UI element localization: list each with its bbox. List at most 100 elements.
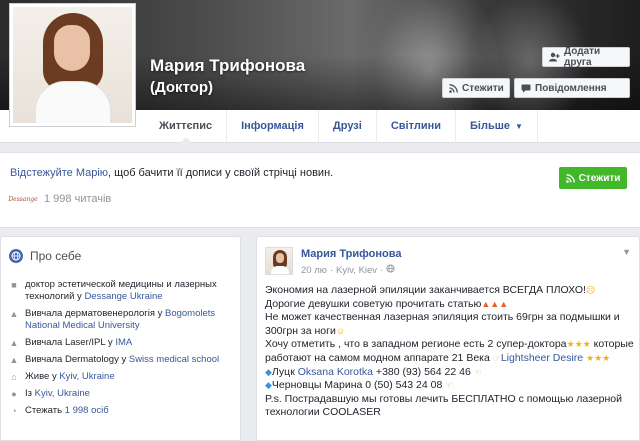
graduation-cap-icon: ▲	[9, 338, 19, 348]
separator-dot: ·	[329, 264, 334, 276]
readers-row: Dessange 1 998 читачів	[8, 191, 112, 207]
about-item-link[interactable]: 1 998 осіб	[65, 405, 109, 416]
about-item-text: Живе у	[25, 371, 60, 382]
pointing-hand-icon: ☞	[492, 352, 501, 363]
location-pin-icon: ●	[11, 389, 17, 399]
star-icon: ★★★	[586, 352, 611, 363]
about-item-work: ■ доктор эстетической медицины и лазерны…	[9, 279, 237, 303]
tab-photos[interactable]: Світлини	[377, 110, 456, 142]
fire-icon: ▲▲▲	[481, 298, 509, 309]
about-item-link[interactable]: Swiss medical school	[129, 354, 219, 365]
about-item-link[interactable]: IMA	[115, 337, 132, 348]
avatar-face	[54, 25, 90, 71]
about-title: Про себе	[30, 249, 82, 263]
message-button[interactable]: Повідомлення	[514, 78, 630, 98]
profile-name[interactable]: Мария Трифонова	[150, 56, 305, 76]
post-text: Экономия на лазерной эпиляции заканчивае…	[265, 284, 586, 296]
tab-timeline[interactable]: Життєпис	[145, 110, 228, 143]
post-body: Экономия на лазерной эпиляции заканчивае…	[265, 284, 637, 420]
post-options-chevron-icon[interactable]: ▼	[622, 247, 631, 257]
post-text: P.s. Пострадавшую мы готовы лечить БЕСПЛ…	[265, 392, 622, 419]
readers-count: 1 998 читачів	[44, 193, 112, 205]
about-item-text: Вивчала Laser/IPL у	[25, 337, 116, 348]
pointing-hand-icon: ☜	[473, 366, 482, 377]
post-date[interactable]: 20 лю	[301, 265, 327, 276]
post-line: Хочу отметить , что в западном регионе е…	[265, 338, 637, 365]
about-item-text: Із	[25, 388, 35, 399]
follow-prompt	[0, 152, 640, 228]
about-card: Про себе ■ доктор эстетической медицины …	[0, 236, 241, 441]
home-icon: ⌂	[11, 372, 17, 382]
post-line: Дорогие девушки советую прочитать статью…	[265, 298, 637, 312]
follow-green-label: Стежити	[578, 172, 621, 184]
about-item-text: Вивчала Dermatology у	[25, 354, 129, 365]
rss-icon: ◔	[11, 406, 17, 416]
post-text: Луцк	[271, 365, 298, 378]
rss-icon	[565, 173, 575, 183]
post-line: ◆Черновцы Марина 0 (50) 543 24 08 ☜	[265, 379, 637, 393]
post-link[interactable]: Lightsheer Desire	[501, 352, 583, 364]
about-item-text: Стежать	[25, 405, 65, 416]
post-text: Хочу отметить , что в западном регионе е…	[265, 338, 567, 351]
message-label: Повідомлення	[535, 82, 607, 94]
avatar-body	[35, 81, 111, 123]
post-line: P.s. Пострадавшую мы готовы лечить БЕСПЛ…	[265, 393, 637, 420]
post-place[interactable]: Kyiv, Kiev	[336, 265, 377, 276]
post-link[interactable]: Oksana Korotka	[298, 366, 373, 378]
diamond-icon: ◆	[265, 380, 272, 391]
message-icon	[521, 84, 531, 93]
post-line: Не может качественная лазерная эпиляция …	[265, 311, 637, 338]
about-item-link[interactable]: Kyiv, Ukraine	[35, 388, 90, 399]
tab-photos-label: Світлини	[390, 120, 441, 132]
about-item-education: ▲ Вивчала дерматовенерологія у Bogomolet…	[9, 308, 237, 332]
separator-dot: ·	[380, 264, 384, 276]
about-item-link[interactable]: Kyiv, Ukraine	[59, 371, 114, 382]
tab-about[interactable]: Інформація	[227, 110, 319, 142]
rss-icon	[449, 83, 458, 93]
post-line: Экономия на лазерной эпиляции заканчивае…	[265, 284, 637, 298]
dessange-logo-icon: Dessange	[8, 195, 38, 203]
about-item-education: ▲ Вивчала Laser/IPL у IMA	[9, 337, 237, 349]
post-avatar[interactable]	[265, 247, 293, 275]
post-text: +380 (93) 564 22 46	[373, 365, 471, 378]
tab-friends[interactable]: Друзі	[319, 110, 377, 142]
globe-icon	[386, 264, 395, 276]
follow-prompt-text: Відстежуйте Марію, щоб бачити її дописи …	[10, 167, 333, 179]
graduation-cap-icon: ▲	[9, 309, 19, 319]
sad-face-icon: ☹	[585, 285, 596, 295]
follow-button[interactable]: Стежити	[442, 78, 510, 98]
post-meta: 20 лю · Kyiv, Kiev ·	[301, 264, 395, 276]
about-item-link[interactable]: Dessange Ukraine	[84, 291, 162, 302]
add-friend-label: Додати друга	[564, 46, 601, 68]
post-text: Не может качественная лазерная эпиляция …	[265, 311, 620, 337]
profile-picture[interactable]	[9, 3, 136, 127]
follow-prompt-rest: , щоб бачити її дописи у своїй стрічці н…	[108, 167, 334, 179]
tab-friends-label: Друзі	[332, 120, 362, 132]
post-text: Дорогие девушки советую прочитать статью	[265, 297, 482, 310]
post-avatar-face	[276, 253, 284, 263]
follow-green-button[interactable]: Стежити	[559, 167, 627, 189]
post-avatar-body	[271, 266, 289, 274]
follow-label: Стежити	[462, 82, 504, 94]
post-line: ◆Луцк Oksana Korotka +380 (93) 564 22 46…	[265, 366, 637, 380]
add-friend-icon	[549, 52, 560, 62]
about-header: Про себе	[9, 249, 81, 263]
post-card: Мария Трифонова 20 лю · Kyiv, Kiev · ▼ Э…	[256, 236, 640, 441]
globe-icon	[9, 249, 23, 263]
pointing-hand-icon: ☜	[445, 380, 454, 391]
about-item-followers: ◔ Стежать 1 998 осіб	[9, 405, 237, 417]
graduation-cap-icon: ▲	[9, 355, 19, 365]
star-icon: ★★★	[566, 339, 591, 350]
diamond-icon: ◆	[265, 366, 272, 377]
add-friend-button[interactable]: Додати друга	[542, 46, 630, 68]
tab-more[interactable]: Більше ▼	[456, 110, 538, 142]
avatar	[13, 7, 132, 123]
post-text: Черновцы Марина 0 (50) 543 24 08	[271, 379, 443, 392]
tab-timeline-label: Життєпис	[159, 120, 213, 132]
thinking-face-icon: ☺	[335, 325, 346, 336]
profile-subtitle: (Доктор)	[150, 79, 214, 96]
profile-tabs: Життєпис Інформація Друзі Світлини Більш…	[145, 110, 640, 143]
about-item-text: Вивчала дерматовенерологія у	[25, 308, 165, 319]
post-author[interactable]: Мария Трифонова	[301, 248, 401, 260]
follow-prompt-link[interactable]: Відстежуйте Марію	[10, 167, 108, 179]
